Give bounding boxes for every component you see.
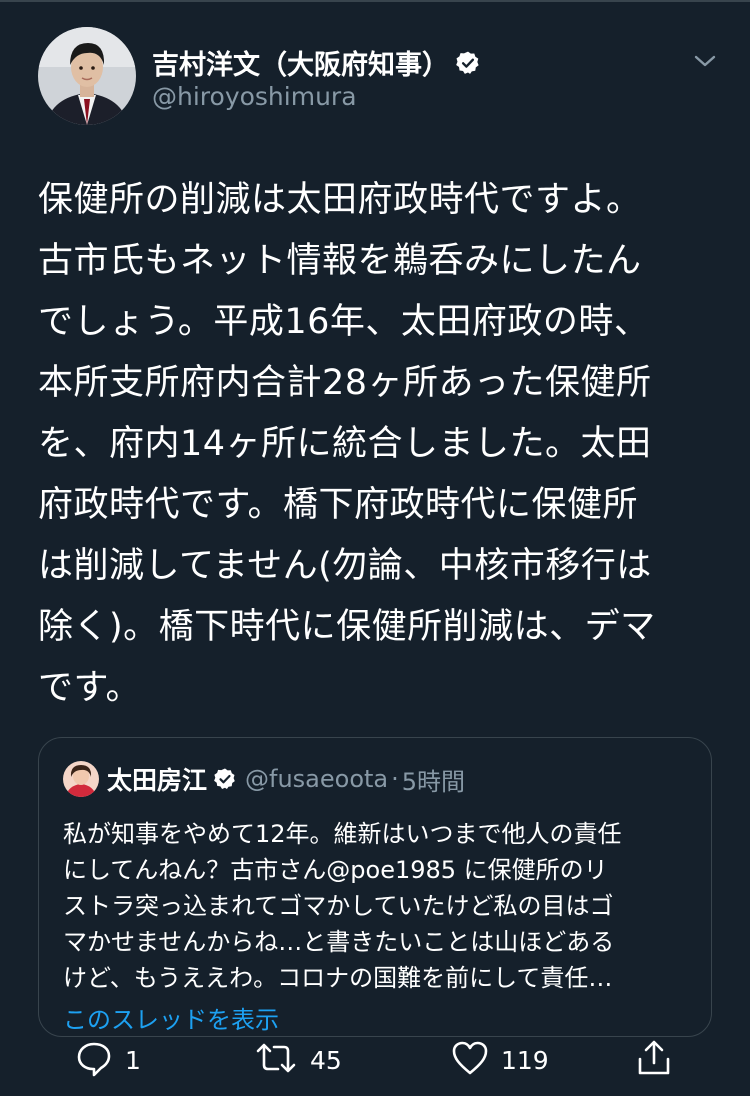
- quoted-author-handle: @fusaeoota: [245, 765, 389, 793]
- separator-dot: ·: [391, 765, 399, 793]
- reply-count: 1: [125, 1045, 141, 1075]
- tweet-header: 吉村洋文（大阪府知事） @hiroyoshimura: [0, 0, 750, 130]
- author-name-text: 吉村洋文（大阪府知事）: [152, 50, 449, 81]
- retweet-icon: [254, 1039, 298, 1081]
- quoted-author-name: 太田房江: [107, 766, 208, 795]
- like-button[interactable]: 119: [451, 1040, 549, 1080]
- share-icon: [636, 1039, 672, 1081]
- quoted-tweet-time: 5時間: [401, 767, 466, 796]
- verified-badge-icon: [213, 767, 237, 791]
- author-avatar[interactable]: [38, 27, 136, 125]
- quoted-tweet-header: 太田房江 @fusaeoota · 5時間: [63, 761, 465, 797]
- verified-badge-icon: [455, 50, 481, 76]
- heart-icon: [451, 1040, 489, 1080]
- chevron-down-icon[interactable]: [692, 50, 718, 72]
- quoted-author-avatar: [63, 761, 99, 797]
- author-name[interactable]: 吉村洋文（大阪府知事）: [152, 43, 481, 82]
- retweet-button[interactable]: 45: [254, 1040, 342, 1080]
- tweet-text: 保健所の削減は太田府政時代ですよ。 古市氏もネット情報を鵜呑みにしたん でしょう…: [38, 180, 656, 708]
- reply-icon: [75, 1039, 113, 1081]
- like-count: 119: [501, 1045, 549, 1075]
- quoted-tweet-card[interactable]: 太田房江 @fusaeoota · 5時間 私が知事をやめて12年。維新はいつま…: [38, 737, 712, 1037]
- retweet-count: 45: [310, 1045, 342, 1075]
- tweet-actions-bar: 1 45 119: [0, 1030, 750, 1096]
- reply-button[interactable]: 1: [75, 1040, 141, 1080]
- author-handle[interactable]: @hiroyoshimura: [152, 82, 357, 111]
- quoted-tweet-text: 私が知事をやめて12年。維新はいつまで他人の責任 にしてんねん？古市さん@poe…: [63, 820, 622, 992]
- share-button[interactable]: [636, 1040, 672, 1080]
